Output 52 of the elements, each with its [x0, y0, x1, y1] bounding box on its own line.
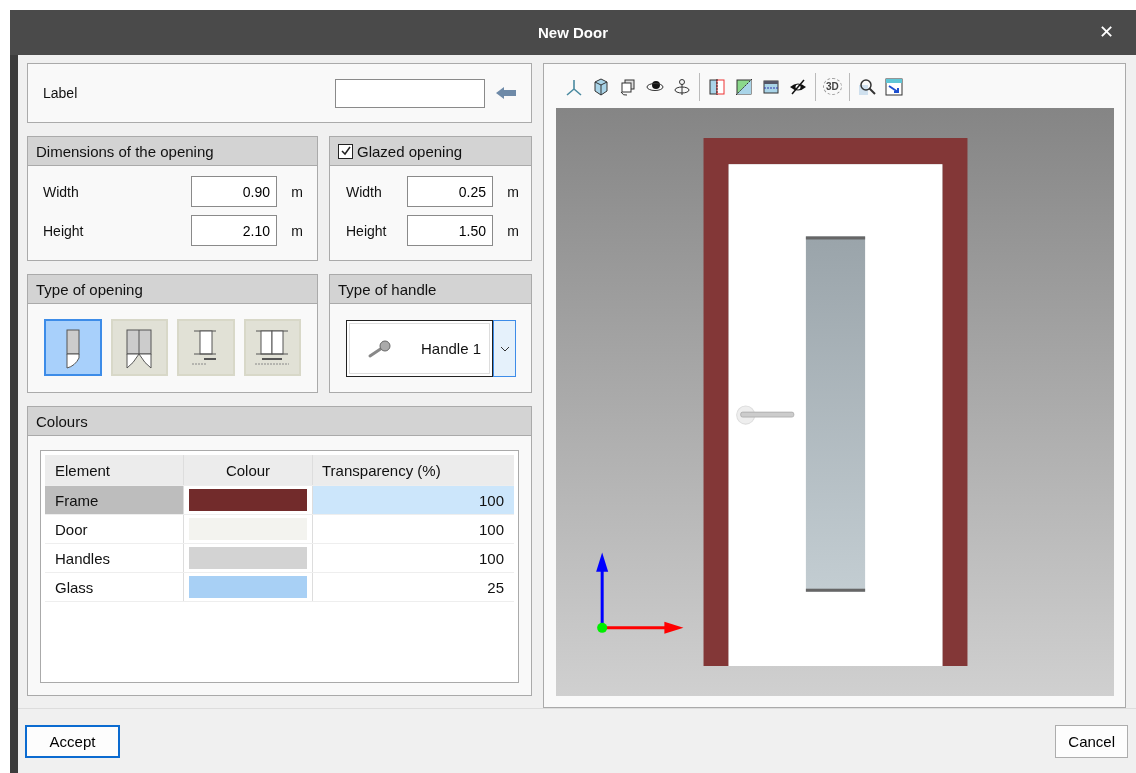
checkbox[interactable] [338, 143, 353, 159]
accept-button[interactable]: Accept [25, 724, 120, 758]
unit-label: m [506, 183, 519, 200]
colour-swatch[interactable] [189, 547, 307, 569]
close-button[interactable]: ✕ [1093, 20, 1120, 44]
number-input[interactable]: 0.90 [191, 176, 277, 207]
unit-label: m [506, 222, 519, 239]
table-cell[interactable]: Frame [45, 486, 184, 514]
number-input[interactable]: 2.10 [191, 215, 277, 246]
panel-title: Glazed opening [357, 142, 463, 160]
field-label: Height [43, 222, 85, 239]
unit-label: m [290, 222, 303, 239]
table-cell[interactable]: 100 [313, 486, 514, 514]
opening-type-button[interactable] [44, 319, 102, 376]
panel-title: Colours [36, 412, 88, 430]
column-header[interactable]: Element [45, 455, 184, 485]
table-cell[interactable]: Handles [45, 544, 184, 572]
dropdown-button[interactable] [493, 320, 516, 377]
colour-swatch[interactable] [189, 576, 307, 598]
label-text: Label [43, 85, 78, 101]
unit-label: m [290, 183, 303, 200]
table-cell[interactable]: 100 [313, 544, 514, 572]
colour-swatch[interactable] [189, 489, 307, 511]
column-header[interactable]: Colour [184, 455, 313, 485]
pivot-icon[interactable] [672, 76, 692, 97]
rotate-cube-icon[interactable] [618, 76, 638, 97]
field-label: Height [346, 222, 388, 239]
column-header[interactable]: Transparency (%) [313, 455, 514, 485]
cube-icon[interactable] [591, 76, 611, 97]
door-handle [736, 405, 795, 425]
panel-title: Dimensions of the opening [36, 142, 214, 160]
field-label: Width [346, 183, 383, 200]
diagonal-section-icon[interactable] [734, 76, 754, 97]
handle-dropdown[interactable]: Handle 1 [346, 320, 493, 377]
number-input[interactable]: 1.50 [407, 215, 493, 246]
zoom-extents-icon[interactable] [883, 76, 904, 97]
label-input[interactable] [335, 78, 485, 108]
panel-title: Type of opening [36, 280, 143, 298]
chevron-down-icon [499, 345, 510, 352]
table-cell[interactable]: Door [45, 515, 184, 543]
section-icon[interactable] [707, 76, 727, 97]
cancel-button[interactable]: Cancel [1055, 724, 1128, 758]
table-cell[interactable]: Glass [45, 573, 184, 601]
panel-title: Type of handle [338, 280, 437, 298]
arrow-left-icon[interactable] [495, 86, 517, 100]
field-label: Width [43, 183, 80, 200]
zoom-icon[interactable] [856, 76, 877, 97]
window-title: New Door [538, 24, 608, 41]
handle-icon [367, 338, 393, 359]
table-cell[interactable]: 25 [313, 573, 514, 601]
number-input[interactable]: 0.25 [407, 176, 493, 207]
table-cell[interactable]: 100 [313, 515, 514, 543]
